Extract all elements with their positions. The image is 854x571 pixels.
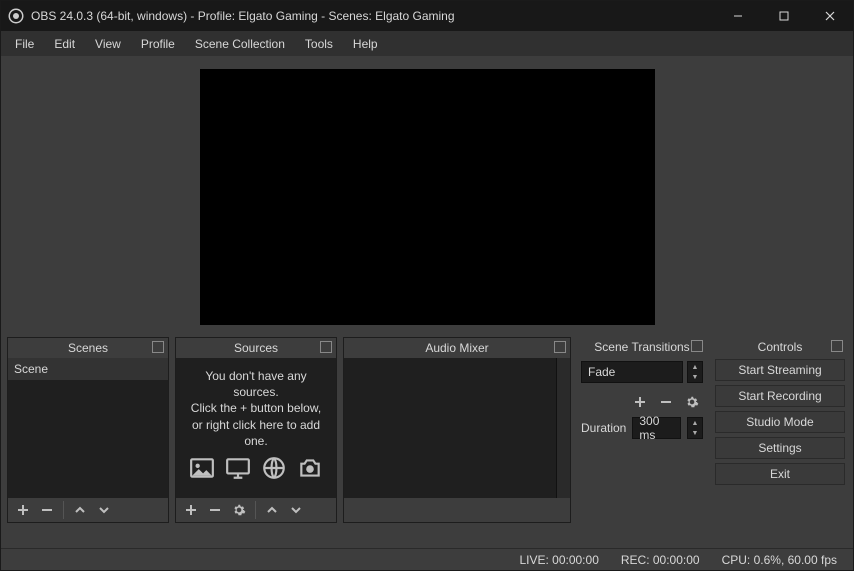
menu-scene-collection[interactable]: Scene Collection xyxy=(185,33,295,55)
menu-view[interactable]: View xyxy=(85,33,131,55)
camera-icon xyxy=(296,455,324,485)
maximize-button[interactable] xyxy=(761,1,807,31)
scene-item[interactable]: Scene xyxy=(8,358,168,380)
panel-audio-mixer: Audio Mixer xyxy=(343,337,571,523)
panel-controls-title: Controls xyxy=(758,340,803,354)
panel-transitions: Scene Transitions Fade ▲▼ Duration 300 m… xyxy=(577,337,707,523)
statusbar: LIVE: 00:00:00 REC: 00:00:00 CPU: 0.6%, … xyxy=(1,548,853,570)
sources-empty-l3: or right click here to add one. xyxy=(184,417,328,449)
panel-scenes-header[interactable]: Scenes xyxy=(8,338,168,358)
panel-sources-title: Sources xyxy=(234,341,278,355)
popout-icon[interactable] xyxy=(152,341,164,353)
transition-select[interactable]: Fade xyxy=(581,361,683,383)
titlebar: OBS 24.0.3 (64-bit, windows) - Profile: … xyxy=(1,1,853,31)
add-scene-button[interactable] xyxy=(12,499,34,521)
panel-mixer-title: Audio Mixer xyxy=(425,341,488,355)
remove-source-button[interactable] xyxy=(204,499,226,521)
panel-sources: Sources You don't have any sources. Clic… xyxy=(175,337,337,523)
panel-scenes: Scenes Scene xyxy=(7,337,169,523)
sources-empty-l2: Click the + button below, xyxy=(184,400,328,416)
panel-controls-header[interactable]: Controls xyxy=(713,337,847,357)
menu-profile[interactable]: Profile xyxy=(131,33,185,55)
panel-mixer-header[interactable]: Audio Mixer xyxy=(344,338,570,358)
status-cpu: CPU: 0.6%, 60.00 fps xyxy=(722,553,837,567)
duration-label: Duration xyxy=(581,421,626,435)
panels-row: Scenes Scene Sources You don't have any … xyxy=(1,331,853,523)
chevron-up-icon: ▲ xyxy=(688,362,702,372)
mixer-toolbar xyxy=(344,498,570,522)
transition-selected-value: Fade xyxy=(588,365,615,379)
transition-select-stepper[interactable]: ▲▼ xyxy=(687,361,703,383)
menubar: File Edit View Profile Scene Collection … xyxy=(1,31,853,56)
sources-toolbar xyxy=(176,498,336,522)
status-rec: REC: 00:00:00 xyxy=(621,553,700,567)
display-icon xyxy=(224,455,252,485)
menu-file[interactable]: File xyxy=(5,33,44,55)
scenes-toolbar xyxy=(8,498,168,522)
window-title: OBS 24.0.3 (64-bit, windows) - Profile: … xyxy=(31,9,715,23)
panel-transitions-header[interactable]: Scene Transitions xyxy=(577,337,707,357)
chevron-up-icon: ▲ xyxy=(688,418,702,428)
panel-scenes-title: Scenes xyxy=(68,341,108,355)
popout-icon[interactable] xyxy=(831,340,843,352)
preview-area xyxy=(1,56,853,331)
source-properties-button[interactable] xyxy=(228,499,250,521)
transition-properties-button[interactable] xyxy=(681,391,703,413)
remove-transition-button[interactable] xyxy=(655,391,677,413)
mixer-body[interactable] xyxy=(344,358,570,498)
exit-button[interactable]: Exit xyxy=(715,463,845,485)
close-button[interactable] xyxy=(807,1,853,31)
remove-scene-button[interactable] xyxy=(36,499,58,521)
move-scene-up-button[interactable] xyxy=(69,499,91,521)
chevron-down-icon: ▼ xyxy=(688,428,702,438)
scenes-list[interactable]: Scene xyxy=(8,358,168,498)
divider xyxy=(255,501,256,519)
move-scene-down-button[interactable] xyxy=(93,499,115,521)
duration-input[interactable]: 300 ms xyxy=(632,417,681,439)
menu-edit[interactable]: Edit xyxy=(44,33,85,55)
mixer-scrollbar[interactable] xyxy=(556,358,570,498)
globe-icon xyxy=(260,455,288,485)
popout-icon[interactable] xyxy=(554,341,566,353)
studio-mode-button[interactable]: Studio Mode xyxy=(715,411,845,433)
add-transition-button[interactable] xyxy=(629,391,651,413)
menu-tools[interactable]: Tools xyxy=(295,33,343,55)
menu-help[interactable]: Help xyxy=(343,33,388,55)
sources-hint-icons xyxy=(184,455,328,485)
move-source-down-button[interactable] xyxy=(285,499,307,521)
popout-icon[interactable] xyxy=(320,341,332,353)
sources-empty-hint: You don't have any sources. Click the + … xyxy=(176,358,336,485)
start-streaming-button[interactable]: Start Streaming xyxy=(715,359,845,381)
transition-buttons xyxy=(577,387,707,417)
popout-icon[interactable] xyxy=(691,340,703,352)
settings-button[interactable]: Settings xyxy=(715,437,845,459)
panel-sources-header[interactable]: Sources xyxy=(176,338,336,358)
add-source-button[interactable] xyxy=(180,499,202,521)
start-recording-button[interactable]: Start Recording xyxy=(715,385,845,407)
status-live: LIVE: 00:00:00 xyxy=(519,553,598,567)
panel-controls: Controls Start Streaming Start Recording… xyxy=(713,337,847,523)
divider xyxy=(63,501,64,519)
preview-canvas[interactable] xyxy=(200,69,655,325)
sources-empty-l1: You don't have any sources. xyxy=(184,368,328,400)
move-source-up-button[interactable] xyxy=(261,499,283,521)
spacer xyxy=(1,523,853,548)
duration-value: 300 ms xyxy=(639,414,674,442)
app-icon xyxy=(7,7,25,25)
mixer-empty xyxy=(344,358,556,498)
chevron-down-icon: ▼ xyxy=(688,372,702,382)
transition-duration-row: Duration 300 ms ▲▼ xyxy=(577,417,707,443)
image-icon xyxy=(188,455,216,485)
transition-select-row: Fade ▲▼ xyxy=(577,357,707,387)
duration-stepper[interactable]: ▲▼ xyxy=(687,417,703,439)
minimize-button[interactable] xyxy=(715,1,761,31)
panel-transitions-title: Scene Transitions xyxy=(594,340,689,354)
sources-list[interactable]: You don't have any sources. Click the + … xyxy=(176,358,336,498)
controls-column: Start Streaming Start Recording Studio M… xyxy=(713,357,847,487)
